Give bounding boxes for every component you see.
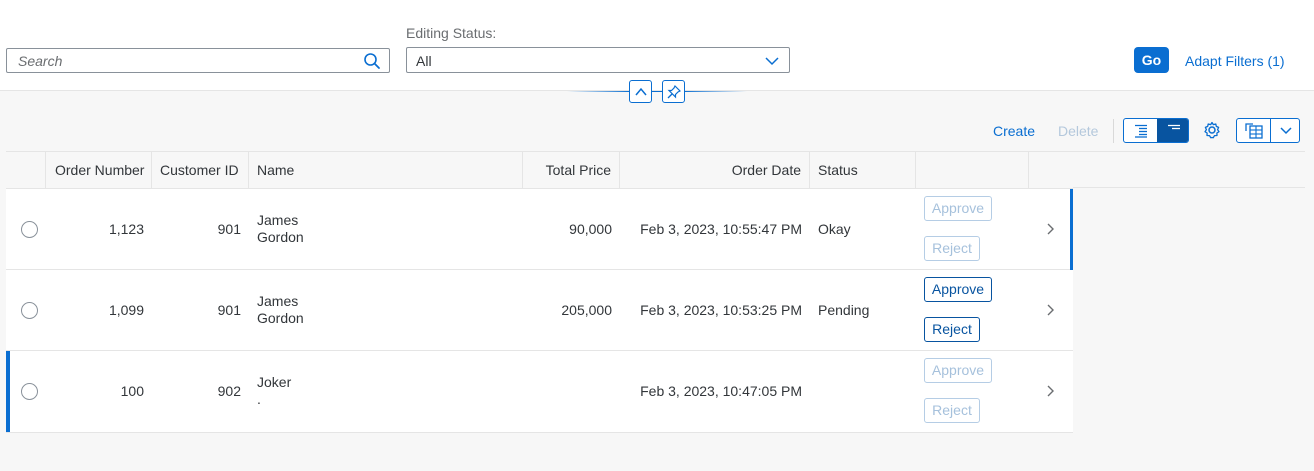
header-name[interactable]: Name (249, 152, 523, 189)
search-field[interactable] (6, 48, 390, 73)
table-header-filler (1073, 151, 1305, 188)
chevron-up-icon (635, 87, 647, 96)
chevron-down-icon[interactable] (1279, 126, 1293, 136)
expand-rows-button[interactable] (1124, 119, 1157, 142)
pin-header-button[interactable] (662, 80, 685, 103)
approve-button[interactable]: Approve (924, 196, 992, 221)
approve-button[interactable]: Approve (924, 358, 992, 383)
header-order-number[interactable]: Order Number (46, 152, 152, 189)
table-row[interactable]: 1,099 901 James Gordon 205,000 Feb 3, 20… (6, 270, 1073, 351)
go-button[interactable]: Go (1134, 47, 1169, 73)
customer-id: 901 (217, 302, 241, 318)
row-select-radio[interactable] (21, 221, 38, 238)
header-splitter (567, 91, 747, 92)
table-row[interactable]: 1,123 901 James Gordon 90,000 Feb 3, 202… (6, 189, 1073, 270)
header-status[interactable]: Status (810, 152, 916, 189)
export-menu-button[interactable] (1236, 118, 1300, 143)
text-align-right-icon (1135, 124, 1147, 138)
chevron-right-icon[interactable] (1045, 303, 1055, 317)
customer-name-line2: Gordon (257, 229, 304, 245)
chevron-right-icon[interactable] (1045, 384, 1055, 398)
customer-name: James Gordon (257, 212, 304, 246)
header-navigation (1029, 152, 1073, 189)
customer-name: Joker . (257, 374, 291, 408)
status: Okay (818, 221, 851, 237)
settings-gear-icon[interactable] (1202, 120, 1222, 140)
order-date: Feb 3, 2023, 10:53:25 PM (640, 302, 802, 318)
table-header-row: Order Number Customer ID Name Total Pric… (6, 152, 1073, 189)
chevron-right-icon[interactable] (1045, 222, 1055, 236)
view-toggle[interactable] (1123, 118, 1189, 143)
editing-status-value: All (416, 53, 432, 69)
filter-bar: Editing Status: All Go Adapt Filters (1) (0, 0, 1314, 91)
customer-name: James Gordon (257, 293, 304, 327)
header-customer-id[interactable]: Customer ID (152, 152, 249, 189)
row-select-radio[interactable] (21, 302, 38, 319)
search-input[interactable] (7, 49, 357, 72)
table-row[interactable]: 100 902 Joker . Feb 3, 2023, 10:47:05 PM… (6, 351, 1073, 432)
text-align-top-icon (1168, 124, 1180, 130)
approve-button[interactable]: Approve (924, 277, 992, 302)
customer-name-line1: James (257, 293, 299, 309)
customer-name-line2: Gordon (257, 310, 304, 326)
collapse-rows-button[interactable] (1157, 119, 1188, 142)
order-number: 1,123 (108, 221, 144, 237)
header-actions (916, 152, 1029, 189)
reject-button[interactable]: Reject (924, 317, 980, 342)
row-highlight-indicator (1070, 189, 1073, 270)
collapse-header-button[interactable] (629, 80, 652, 103)
customer-id: 902 (217, 383, 241, 399)
order-date: Feb 3, 2023, 10:47:05 PM (640, 383, 802, 399)
export-divider (1270, 119, 1271, 142)
editing-status-label: Editing Status: (406, 25, 497, 41)
delete-button[interactable]: Delete (1058, 123, 1098, 139)
customer-id: 901 (217, 221, 241, 237)
customer-name-line2: . (257, 391, 261, 407)
customer-name-line1: Joker (257, 374, 292, 390)
customer-name-line1: James (257, 212, 299, 228)
orders-table: Order Number Customer ID Name Total Pric… (6, 151, 1073, 433)
row-draft-indicator (6, 351, 10, 432)
header-order-date[interactable]: Order Date (620, 152, 810, 189)
total-price: 90,000 (569, 221, 612, 237)
reject-button[interactable]: Reject (924, 236, 980, 261)
total-price: 205,000 (561, 302, 612, 318)
search-icon[interactable] (363, 52, 381, 70)
row-select-radio[interactable] (21, 383, 38, 400)
create-button[interactable]: Create (993, 123, 1035, 139)
header-select-column (6, 152, 46, 189)
status: Pending (818, 302, 870, 318)
spreadsheet-export-icon (1245, 123, 1263, 139)
order-number: 1,099 (108, 302, 144, 318)
reject-button[interactable]: Reject (924, 398, 980, 423)
order-date: Feb 3, 2023, 10:55:47 PM (640, 221, 802, 237)
chevron-down-icon[interactable] (765, 55, 779, 67)
order-number: 100 (120, 383, 144, 399)
pin-icon (667, 85, 681, 99)
header-total-price[interactable]: Total Price (523, 152, 620, 189)
editing-status-select[interactable]: All (406, 47, 790, 73)
adapt-filters-link[interactable]: Adapt Filters (1) (1185, 53, 1285, 69)
toolbar-separator (1113, 119, 1114, 143)
